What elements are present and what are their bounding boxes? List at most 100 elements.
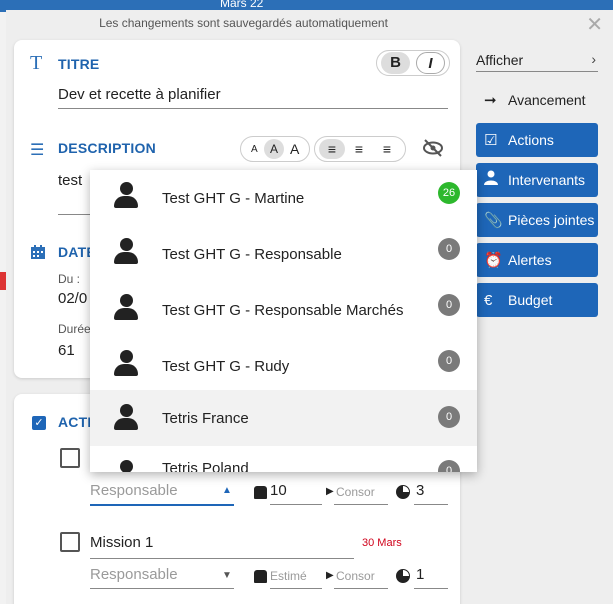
align-center-icon[interactable]: ≡ [345, 141, 373, 157]
arrow-right-icon: ➞ [484, 92, 497, 109]
person-icon [114, 460, 140, 472]
caret-up-icon[interactable]: ▲ [222, 485, 232, 496]
mission-caret-right-icon: ▶ [326, 570, 334, 581]
sidebar-item-label: Alertes [508, 252, 552, 268]
person-icon [114, 294, 140, 322]
charge-input[interactable]: 10 [270, 482, 287, 499]
option-count-badge: 0 [438, 238, 460, 260]
option-label: Tetris France [162, 409, 249, 427]
du-label: Du : [58, 272, 81, 286]
caret-right-icon: ▶ [326, 486, 334, 497]
mission-title[interactable]: Mission 1 [90, 534, 153, 551]
option-label: Test GHT G - Responsable [162, 245, 342, 263]
option-label: Test GHT G - Martine [162, 189, 305, 207]
sidebar-item-label: Intervenants [508, 172, 586, 188]
actions-section-label: ACTI [58, 414, 92, 430]
sidebar-item-budget[interactable]: € Budget [476, 283, 598, 317]
mission-responsable-input[interactable]: Responsable [90, 566, 178, 583]
title-icon: T [30, 52, 43, 74]
checkbox-icon: ☑ [484, 132, 498, 149]
sidebar-item-actions[interactable]: ☑ Actions [476, 123, 598, 157]
bold-button[interactable]: B [381, 52, 410, 74]
weight-icon [254, 486, 267, 499]
duree-label: Durée [58, 322, 91, 336]
responsable-dropdown: Test GHT G - Martine 26 Test GHT G - Res… [90, 170, 477, 472]
option-label: Test GHT G - Rudy [162, 357, 290, 375]
title-underline [58, 108, 448, 109]
mission-pie-chart-icon [396, 569, 410, 583]
pie-chart-icon [396, 485, 410, 499]
person-icon [114, 238, 140, 266]
option-count-badge: 0 [438, 294, 460, 316]
conso-underline [334, 504, 388, 505]
option-count-badge: 0 [438, 406, 460, 428]
actions-check-icon: ✓ [32, 416, 46, 430]
mission-responsable-underline [90, 588, 234, 589]
chevron-right-icon: › [591, 51, 596, 67]
calendar-icon [30, 244, 46, 265]
font-medium-button[interactable]: A [263, 139, 285, 159]
afficher-menu[interactable]: Afficher › [476, 51, 598, 72]
option-label: Tetris Poland [162, 460, 249, 472]
align-lines-icon: ☰ [30, 142, 45, 159]
background-date: Mars 22 [220, 0, 264, 10]
description-section-label: DESCRIPTION [58, 140, 156, 156]
sidebar-item-label: Pièces jointes [508, 212, 595, 228]
sidebar-item-label: Actions [508, 132, 554, 148]
du-value[interactable]: 02/0 [58, 290, 87, 307]
italic-button[interactable]: I [415, 52, 445, 74]
sidebar-item-pieces-jointes[interactable]: 📎 Pièces jointes [476, 203, 598, 237]
eye-slash-icon[interactable] [422, 138, 444, 158]
sidebar-item-label: Budget [508, 292, 553, 308]
pie-underline [414, 504, 448, 505]
charge-underline [270, 504, 322, 505]
person-icon [114, 350, 140, 378]
euro-icon: € [484, 291, 493, 309]
align-left-icon[interactable]: ≡ [319, 139, 345, 159]
sidebar-item-alertes[interactable]: ⏰ Alertes [476, 243, 598, 277]
estime-underline [270, 588, 322, 589]
dropdown-option-highlighted[interactable]: Tetris France 0 [90, 390, 477, 446]
afficher-label: Afficher [476, 52, 524, 68]
paperclip-icon: 📎 [484, 212, 503, 229]
responsable-underline-active [90, 504, 234, 506]
option-label: Test GHT G - Responsable Marchés [162, 301, 404, 319]
person-icon [114, 404, 140, 432]
alignment-group: ≡ ≡ ≡ [314, 136, 406, 162]
alarm-clock-icon: ⏰ [484, 252, 503, 269]
caret-down-icon[interactable]: ▼ [222, 570, 232, 581]
font-large-button[interactable]: A [284, 141, 305, 157]
conso-input[interactable]: Consor [336, 485, 375, 499]
dropdown-option[interactable]: Test GHT G - Martine 26 [90, 170, 477, 226]
bold-italic-group: B I [376, 50, 450, 76]
user-icon [484, 170, 508, 190]
person-icon [114, 182, 140, 210]
dropdown-option[interactable]: Test GHT G - Responsable 0 [90, 226, 477, 282]
responsable-input[interactable]: Responsable [90, 482, 178, 499]
pie-value[interactable]: 3 [416, 482, 424, 499]
mission-conso-input[interactable]: Consor [336, 569, 375, 583]
sidebar-item-intervenants[interactable]: Intervenants [476, 163, 598, 197]
dropdown-option[interactable]: Test GHT G - Rudy 0 [90, 338, 477, 394]
title-input[interactable]: Dev et recette à planifier [58, 86, 221, 103]
dropdown-option[interactable]: Tetris Poland 0 [90, 446, 477, 472]
option-count-badge: 0 [438, 460, 460, 472]
description-text[interactable]: test [58, 172, 82, 189]
font-small-button[interactable]: A [245, 144, 264, 155]
action-checkbox[interactable] [60, 448, 80, 468]
mission-due-date: 30 Mars [362, 537, 402, 549]
font-size-group: A A A [240, 136, 310, 162]
mission-conso-underline [334, 588, 388, 589]
mission-checkbox[interactable] [60, 532, 80, 552]
option-count-badge: 26 [438, 182, 460, 204]
mission-title-underline [90, 558, 354, 559]
mission-pie-value[interactable]: 1 [416, 566, 424, 583]
sidebar-item-avancement[interactable]: ➞ Avancement [476, 83, 598, 117]
align-right-icon[interactable]: ≡ [373, 141, 401, 157]
sidebar-item-label: Avancement [508, 92, 586, 108]
mission-pie-underline [414, 588, 448, 589]
close-icon[interactable]: ✕ [586, 12, 603, 37]
dropdown-option[interactable]: Test GHT G - Responsable Marchés 0 [90, 282, 477, 338]
duree-value[interactable]: 61 [58, 342, 75, 359]
estime-input[interactable]: Estimé [270, 569, 307, 583]
